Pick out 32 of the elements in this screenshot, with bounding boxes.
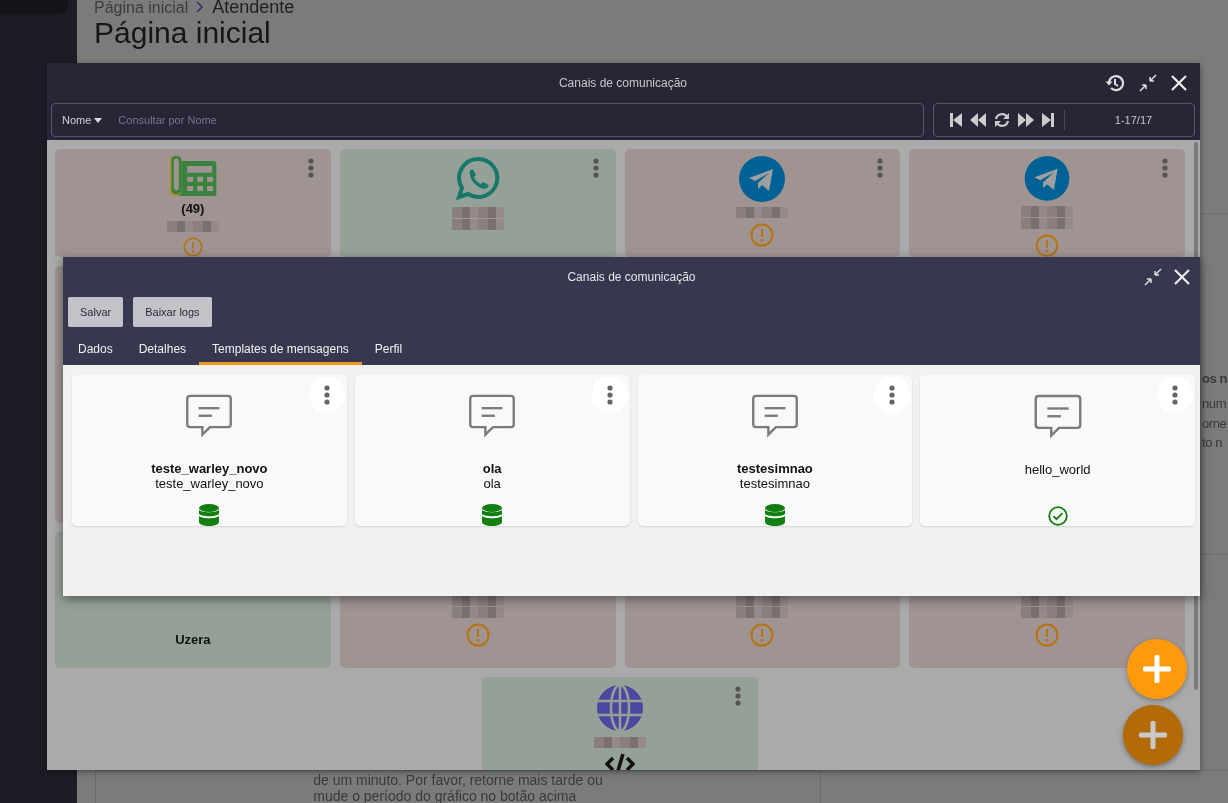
- channel-card[interactable]: (49): [55, 149, 331, 257]
- action-button[interactable]: Salvar: [68, 297, 124, 327]
- template-card[interactable]: testesimnao testesimnao: [637, 375, 913, 526]
- panel-text: orne: [1202, 414, 1228, 433]
- page-range: 1-17/17: [1113, 114, 1154, 126]
- page-title: Página inicial: [94, 16, 272, 50]
- breadcrumb-current: Atendente: [212, 0, 295, 18]
- template-name: hello_world: [1024, 462, 1091, 478]
- template-card[interactable]: hello_world: [920, 375, 1195, 526]
- channel-name: (49): [181, 201, 205, 216]
- template-name: testesimnao: [739, 476, 810, 492]
- panel-text: to n: [1202, 434, 1224, 452]
- template-title: ola: [482, 461, 502, 477]
- template-card[interactable]: ola ola: [354, 375, 630, 526]
- tab[interactable]: Detalhes: [125, 335, 200, 365]
- window-title: Canais de comunicação: [567, 270, 696, 284]
- panel-text: num: [1202, 395, 1228, 413]
- template-name: ola: [483, 476, 501, 492]
- tab[interactable]: Templates de mensagens: [199, 335, 362, 365]
- window-title: Canais de comunicação: [558, 76, 688, 90]
- tab[interactable]: Dados: [65, 335, 126, 365]
- template-title: testesimnao: [736, 461, 813, 477]
- filter-dropdown[interactable]: Nome: [62, 114, 103, 126]
- template-title: teste_warley_novo: [151, 461, 268, 477]
- action-button[interactable]: Baixar logs: [133, 297, 212, 327]
- panel-heading: os n: [1202, 370, 1228, 388]
- template-card[interactable]: teste_warley_novo teste_warley_novo: [72, 375, 347, 526]
- channel-name: Uzera: [175, 632, 211, 647]
- template-name: teste_warley_novo: [155, 476, 264, 492]
- search-field[interactable]: Nome Consultar por Nome: [51, 103, 924, 137]
- tab[interactable]: Perfil: [361, 335, 416, 365]
- notice-text: de um minuto. Por favor, retorne mais tarde ou mude o período do gráfico no botão acima: [313, 772, 603, 803]
